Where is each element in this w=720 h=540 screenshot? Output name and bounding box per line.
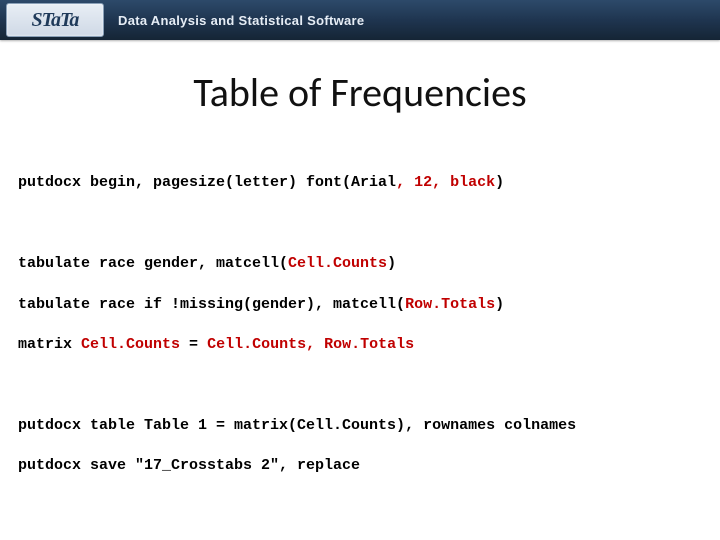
code-line-1: putdocx begin, pagesize(letter) font(Ari… xyxy=(18,173,702,193)
code-line-6: putdocx save "17_Crosstabs 2", replace xyxy=(18,456,702,476)
code-line-2: tabulate race gender, matcell(Cell.Count… xyxy=(18,254,702,274)
code-text: tabulate race if !missing(gender), matce… xyxy=(18,296,405,313)
code-highlight: Cell.Counts xyxy=(81,336,180,353)
code-text: matrix xyxy=(18,336,81,353)
code-text: ) xyxy=(495,174,504,191)
code-line-5: putdocx table Table 1 = matrix(Cell.Coun… xyxy=(18,416,702,436)
code-block: putdocx begin, pagesize(letter) font(Ari… xyxy=(18,153,702,497)
code-line-4: matrix Cell.Counts = Cell.Counts, Row.To… xyxy=(18,335,702,355)
code-text: ) xyxy=(495,296,504,313)
code-gap xyxy=(18,214,702,234)
code-gap xyxy=(18,376,702,396)
code-highlight: Row.Totals xyxy=(405,296,495,313)
code-highlight: Cell.Counts xyxy=(207,336,306,353)
code-line-3: tabulate race if !missing(gender), matce… xyxy=(18,295,702,315)
code-text: ) xyxy=(387,255,396,272)
app-header: STaTa Data Analysis and Statistical Soft… xyxy=(0,0,720,40)
page-title: Table of Frequencies xyxy=(0,68,720,117)
stata-logo: STaTa xyxy=(6,3,104,37)
code-text: = xyxy=(180,336,207,353)
header-tagline: Data Analysis and Statistical Software xyxy=(118,13,364,28)
code-text: putdocx begin, pagesize(letter) font(Ari… xyxy=(18,174,396,191)
code-highlight: , Row.Totals xyxy=(306,336,414,353)
code-text: tabulate race gender, matcell( xyxy=(18,255,288,272)
logo-text: STaTa xyxy=(32,9,79,32)
code-highlight: , 12, black xyxy=(396,174,495,191)
code-highlight: Cell.Counts xyxy=(288,255,387,272)
